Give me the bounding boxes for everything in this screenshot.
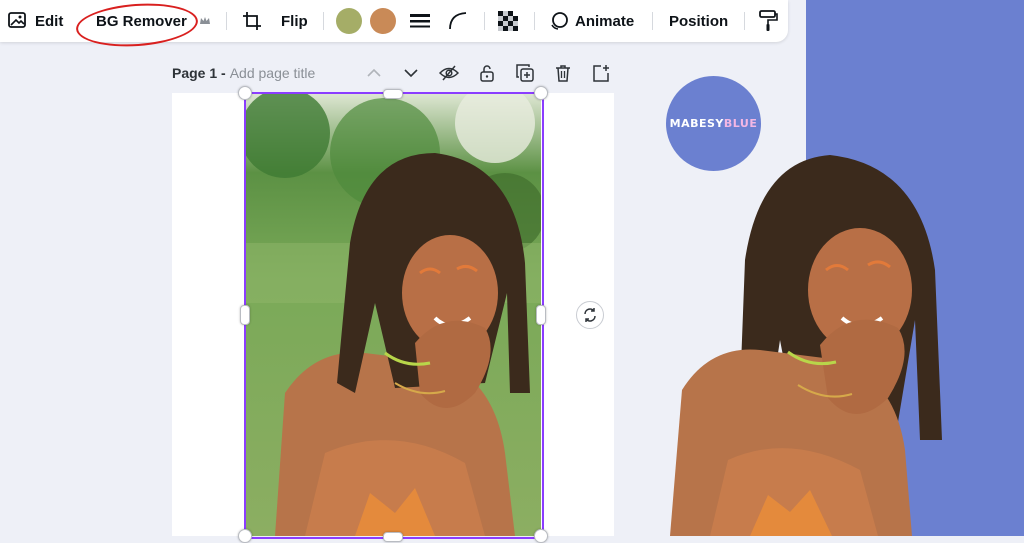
selected-photo[interactable]	[245, 93, 541, 536]
edit-label: Edit	[35, 12, 64, 30]
context-toolbar: Edit BG Remover Flip Animate Position	[0, 0, 788, 51]
resize-handle-bottom-right[interactable]	[534, 529, 548, 543]
add-page-button[interactable]	[590, 62, 612, 84]
resize-handle-bottom-left[interactable]	[238, 529, 252, 543]
move-page-down-button[interactable]	[400, 62, 422, 84]
color-swatch-olive[interactable]	[336, 8, 362, 34]
animate-button[interactable]: Animate	[549, 0, 634, 42]
flip-button[interactable]: Flip	[281, 0, 308, 42]
transparency-button[interactable]	[498, 0, 518, 42]
crown-icon	[199, 17, 210, 24]
duplicate-page-button[interactable]	[514, 62, 536, 84]
rotate-icon	[584, 308, 596, 322]
edit-image-button[interactable]: Edit	[8, 0, 63, 42]
divider	[652, 12, 653, 30]
page-header: Page 1 - Add page title	[172, 62, 315, 84]
corner-rounding-icon	[449, 12, 467, 30]
resize-handle-left[interactable]	[240, 305, 250, 325]
animate-label: Animate	[575, 12, 635, 30]
divider	[226, 12, 227, 30]
divider	[484, 12, 485, 30]
position-label: Position	[669, 12, 729, 30]
flip-label: Flip	[281, 12, 308, 30]
rotate-handle[interactable]	[576, 301, 604, 329]
bg-remover-button[interactable]: BG Remover	[96, 0, 211, 42]
page-title-input[interactable]: Add page title	[230, 65, 316, 81]
eye-slash-icon	[439, 65, 459, 81]
move-page-up-button[interactable]	[363, 62, 385, 84]
resize-handle-top-left[interactable]	[238, 86, 252, 100]
lock-page-button[interactable]	[476, 62, 498, 84]
image-edit-icon	[8, 12, 26, 28]
resize-handle-bottom[interactable]	[383, 532, 403, 542]
background-removed-cutout	[670, 155, 942, 536]
resize-handle-top[interactable]	[383, 89, 403, 99]
bg-remover-label: BG Remover	[96, 12, 187, 30]
crop-icon	[243, 12, 261, 30]
copy-style-button[interactable]	[758, 0, 778, 42]
border-style-button[interactable]	[410, 0, 430, 42]
resize-handle-top-right[interactable]	[534, 86, 548, 100]
corner-rounding-button[interactable]	[448, 0, 468, 42]
photo-illustration	[245, 93, 541, 536]
divider	[323, 12, 324, 30]
page-label: Page 1 -	[172, 65, 226, 81]
paint-roller-icon	[759, 10, 778, 31]
divider	[744, 12, 745, 30]
border-style-icon	[410, 14, 430, 28]
position-button[interactable]: Position	[669, 0, 728, 42]
delete-page-button[interactable]	[552, 62, 574, 84]
divider	[534, 12, 535, 30]
logo-text-part2: BLUE	[723, 117, 758, 130]
hide-page-button[interactable]	[438, 62, 460, 84]
transparency-checker-icon	[498, 11, 518, 31]
duplicate-icon	[516, 64, 534, 82]
trash-icon	[556, 65, 570, 82]
color-swatch-orange[interactable]	[370, 8, 396, 34]
lock-icon	[480, 65, 494, 82]
add-page-icon	[593, 65, 609, 82]
chevron-down-icon	[404, 69, 418, 78]
animate-icon	[551, 12, 568, 30]
chevron-up-icon	[367, 68, 381, 77]
resize-handle-right[interactable]	[536, 305, 546, 325]
crop-button[interactable]	[242, 0, 262, 42]
logo-text-part1: MABESY	[669, 117, 724, 130]
